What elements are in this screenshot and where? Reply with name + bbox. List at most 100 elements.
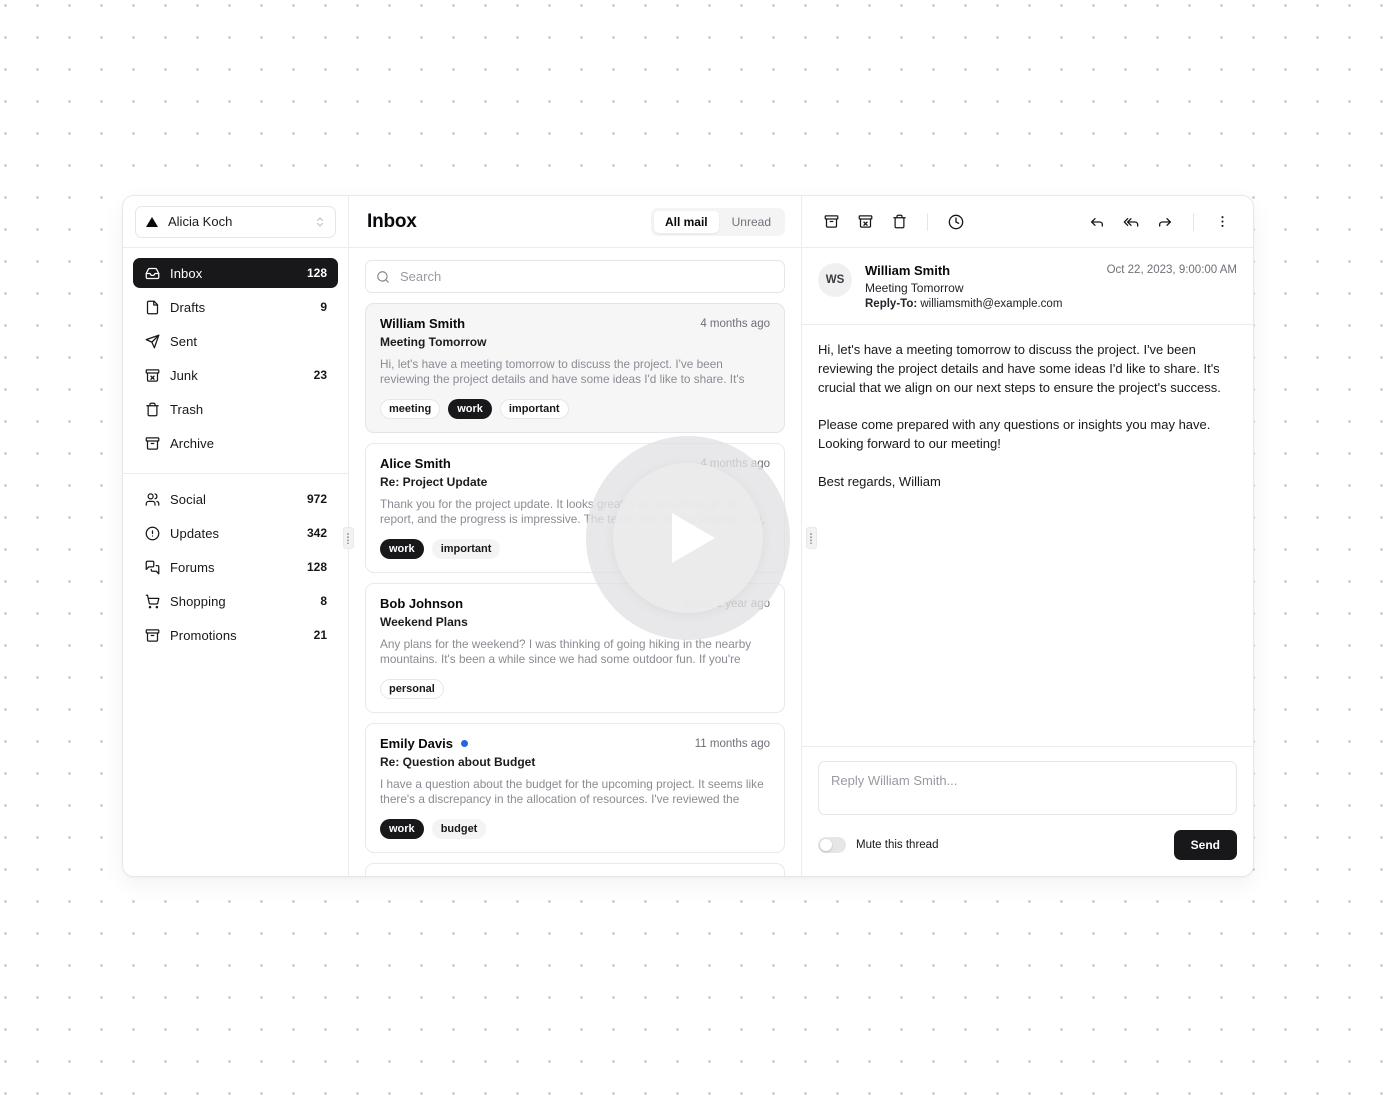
mail-sender-name: Alice Smith — [380, 456, 451, 471]
account-switcher[interactable]: Alicia Koch — [135, 205, 336, 238]
message-square-icon — [144, 560, 160, 575]
mail-subject: Re: Project Update — [380, 475, 488, 489]
archive-icon — [144, 436, 160, 451]
sidebar-item-junk[interactable]: Junk 23 — [133, 360, 338, 390]
detail-subject: Meeting Tomorrow — [865, 281, 964, 295]
mail-list[interactable]: William Smith 4 months ago Meeting Tomor… — [349, 303, 801, 876]
chevrons-up-down-icon — [314, 216, 326, 228]
mail-list-header: Inbox All mail Unread — [349, 196, 801, 248]
sidebar-item-label: Shopping — [170, 593, 226, 609]
mail-list-item[interactable]: Emily Davis 11 months ago Re: Question a… — [365, 723, 785, 853]
sidebar-item-inbox[interactable]: Inbox 128 — [133, 258, 338, 288]
detail-date: Oct 22, 2023, 9:00:00 AM — [1106, 264, 1237, 276]
sidebar-item-shopping[interactable]: Shopping 8 — [133, 586, 338, 616]
search-input[interactable] — [398, 268, 774, 285]
triangle-logo-icon — [145, 215, 159, 229]
sidebar-resize-handle[interactable] — [343, 527, 354, 549]
send-icon — [144, 334, 160, 349]
list-resize-handle[interactable] — [806, 527, 817, 549]
tab-all-mail[interactable]: All mail — [653, 210, 719, 233]
snooze-button[interactable] — [941, 207, 971, 237]
users-icon — [144, 492, 160, 507]
mail-subject: Re: Question about Budget — [380, 755, 536, 769]
sidebar-item-label: Inbox — [170, 265, 203, 281]
mail-preview: Hi, let's have a meeting tomorrow to dis… — [380, 357, 745, 388]
sidebar-item-count: 972 — [306, 492, 327, 506]
detail-reply-to-email: williamsmith@example.com — [920, 298, 1063, 310]
sidebar-primary-nav: Inbox 128 Drafts 9 Sent Junk 23 Trash Ar… — [123, 248, 348, 462]
shopping-cart-icon — [144, 594, 160, 609]
move-to-junk-button[interactable] — [850, 207, 880, 237]
sidebar-item-count: 9 — [320, 300, 327, 314]
mute-thread-toggle[interactable] — [818, 837, 846, 853]
tab-unread[interactable]: Unread — [721, 211, 782, 233]
sidebar-item-promotions[interactable]: Promotions 21 — [133, 620, 338, 650]
mute-thread-label: Mute this thread — [856, 839, 939, 851]
sidebar-item-label: Promotions — [170, 627, 237, 643]
sidebar-item-count: 342 — [306, 526, 327, 540]
mail-tags: personal — [380, 679, 770, 699]
tag-badge[interactable]: work — [380, 539, 424, 559]
tag-badge[interactable]: important — [431, 539, 501, 559]
tag-badge[interactable]: meeting — [380, 399, 441, 419]
sidebar-item-count: 21 — [313, 628, 327, 642]
mail-date: 4 months ago — [700, 457, 770, 470]
mail-date: 11 months ago — [694, 737, 770, 750]
forward-button[interactable] — [1150, 207, 1180, 237]
send-button[interactable]: Send — [1173, 830, 1237, 860]
mail-item-header: Alice Smith 4 months ago — [380, 456, 770, 471]
account-switcher-row: Alicia Koch — [123, 196, 348, 248]
mail-list-item[interactable]: Alice Smith 4 months ago Re: Project Upd… — [365, 443, 785, 573]
tag-badge[interactable]: budget — [431, 819, 487, 839]
mail-preview: Any plans for the weekend? I was thinkin… — [380, 637, 752, 668]
avatar: WS — [818, 263, 852, 297]
detail-sender-name: William Smith — [865, 263, 951, 278]
sidebar-item-trash[interactable]: Trash — [133, 394, 338, 424]
sidebar-item-count: 8 — [320, 594, 327, 608]
reply-composer: Mute this thread Send — [802, 746, 1253, 876]
tag-badge[interactable]: work — [448, 399, 492, 419]
reply-textarea[interactable] — [818, 761, 1237, 815]
sidebar-item-updates[interactable]: Updates 342 — [133, 518, 338, 548]
sidebar-item-archive[interactable]: Archive — [133, 428, 338, 458]
detail-reply-to: Reply-To: williamsmith@example.com — [865, 298, 1094, 310]
sidebar-item-sent[interactable]: Sent — [133, 326, 338, 356]
sidebar-item-label: Trash — [170, 401, 204, 417]
sidebar-item-label: Archive — [170, 435, 215, 451]
mail-list-item[interactable]: Michael Wilson 11 months ago Important A… — [365, 863, 785, 876]
mail-tags: work budget — [380, 819, 770, 839]
toolbar-divider — [1193, 212, 1194, 231]
mail-body-text: Hi, let's have a meeting tomorrow to dis… — [818, 342, 1221, 489]
tag-badge[interactable]: work — [380, 819, 424, 839]
tag-badge[interactable]: important — [499, 399, 569, 419]
sidebar-item-label: Sent — [170, 333, 198, 349]
mail-tags: work important — [380, 539, 770, 559]
reply-button[interactable] — [1082, 207, 1112, 237]
mail-date: about 1 year ago — [683, 597, 770, 610]
move-to-trash-button[interactable] — [884, 207, 914, 237]
mail-sender-name: William Smith — [380, 316, 466, 331]
sidebar-item-forums[interactable]: Forums 128 — [133, 552, 338, 582]
sidebar-item-drafts[interactable]: Drafts 9 — [133, 292, 338, 322]
mail-item-header: Emily Davis 11 months ago — [380, 736, 770, 751]
toggle-knob — [820, 839, 832, 851]
reply-footer: Mute this thread Send — [818, 830, 1237, 860]
mail-list-item[interactable]: William Smith 4 months ago Meeting Tomor… — [365, 303, 785, 433]
grip-dots-icon — [347, 532, 350, 544]
archive-button[interactable] — [816, 207, 846, 237]
mail-tags: meeting work important — [380, 399, 770, 419]
mail-date: 4 months ago — [700, 317, 770, 330]
account-name: Alicia Koch — [168, 214, 233, 229]
more-options-button[interactable] — [1207, 207, 1237, 237]
mail-detail-header: WS William Smith Meeting Tomorrow Reply-… — [802, 248, 1253, 325]
sidebar-item-social[interactable]: Social 972 — [133, 484, 338, 514]
tag-badge[interactable]: personal — [380, 679, 444, 699]
sidebar: Alicia Koch Inbox 128 Drafts 9 Sent Junk… — [123, 196, 349, 876]
mail-subject: Meeting Tomorrow — [380, 335, 487, 349]
sidebar-secondary-nav: Social 972 Updates 342 Forums 128 Shoppi… — [123, 473, 348, 654]
alert-circle-icon — [144, 526, 160, 541]
search-box[interactable] — [365, 260, 785, 293]
reply-all-button[interactable] — [1116, 207, 1146, 237]
mail-list-item[interactable]: Bob Johnson about 1 year ago Weekend Pla… — [365, 583, 785, 713]
sidebar-item-count: 23 — [313, 368, 327, 382]
